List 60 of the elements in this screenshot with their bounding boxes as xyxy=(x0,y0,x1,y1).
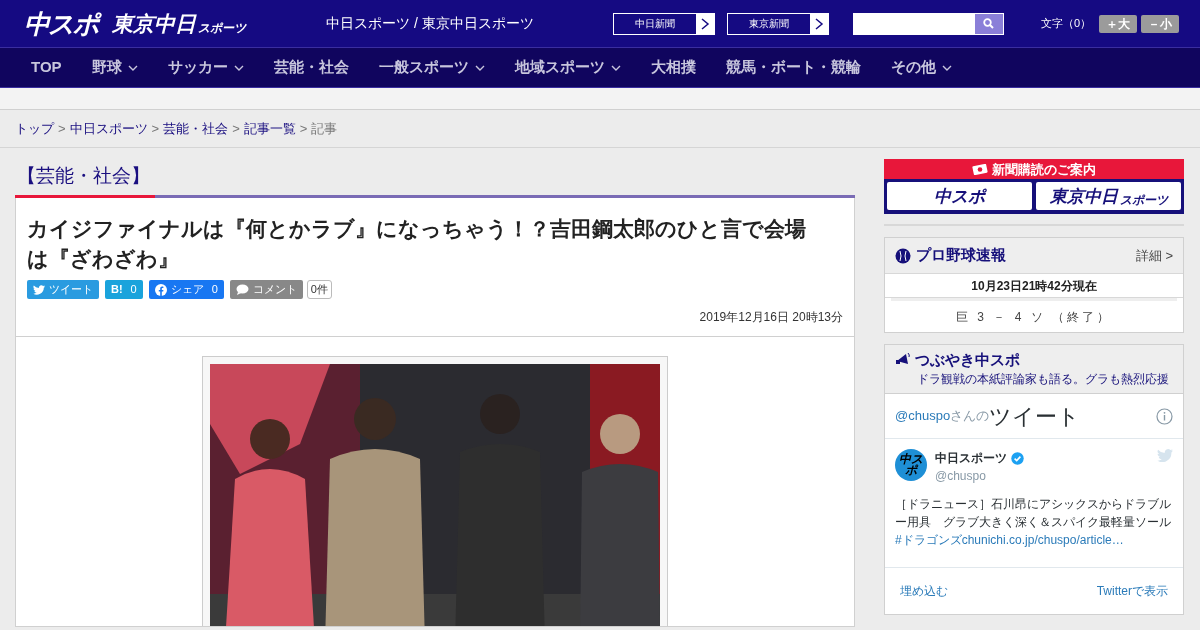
nav-tab[interactable]: 地域スポーツ xyxy=(514,56,621,79)
nav-tab[interactable]: 野球 xyxy=(91,56,138,79)
footer-link[interactable]: 埋め込む xyxy=(900,582,948,600)
game-score[interactable]: 巨 3 － 4 ソ （終了） xyxy=(956,307,1112,326)
footer-link[interactable]: Twitterで表示 xyxy=(1096,582,1168,600)
article-title: カイジファイナルは『何とかラブ』になっちゃう！？吉田鋼太郎のひと言で会場は『ざわざわ』 xyxy=(27,216,807,272)
newspaper-logo: 中スポ xyxy=(934,187,985,205)
avatar[interactable]: 中スポ xyxy=(895,449,927,481)
megaphone-icon xyxy=(895,351,911,367)
widget-title: プロ野球速報 xyxy=(916,245,1006,266)
facebook-icon xyxy=(154,283,167,296)
breadcrumb-link[interactable]: 芸能・社会 xyxy=(163,118,229,139)
nav-tab[interactable]: 一般スポーツ xyxy=(378,56,485,79)
details-link[interactable]: 詳細 > xyxy=(1135,245,1173,266)
timeline-heading: ツイート xyxy=(989,402,1081,431)
search-button[interactable] xyxy=(974,13,1003,34)
tweet-text: ［ドラニュース］石川昂にアシックスからドラブルー用具 グラブ大きく深く＆スパイク最軽量ソール #ドラゴンズchunichi.co.jp/chuspo/article… xyxy=(895,496,1172,549)
facebook-share-button[interactable]: シェア 0 xyxy=(148,280,224,299)
site-logo[interactable]: 東京中日 xyxy=(112,13,196,34)
bird-icon xyxy=(1157,449,1173,462)
search-icon xyxy=(983,18,995,29)
banner-title: 新聞購読のご案内 xyxy=(992,162,1096,176)
breadcrumb-separator: > xyxy=(232,119,240,138)
breadcrumb-current: 記事 xyxy=(311,119,338,138)
update-time: 10月23日21時42分現在 xyxy=(885,274,1183,298)
breadcrumb-link[interactable]: 中日スポーツ xyxy=(69,118,148,139)
nav-tab[interactable]: 競馬・ボート・競輪 xyxy=(725,56,861,79)
newspaper-link[interactable]: 東京新聞 xyxy=(726,12,829,35)
logo-subtext: スポーツ xyxy=(1119,194,1168,206)
heading-text: さんの xyxy=(950,407,990,424)
ticket-icon xyxy=(972,163,988,175)
nav-tab[interactable]: 大相撲 xyxy=(650,56,696,79)
bird-icon xyxy=(33,284,45,295)
breadcrumb-separator: > xyxy=(151,119,160,138)
breadcrumb-link[interactable]: 記事一覧 xyxy=(243,118,296,139)
site-title: 中日スポーツ / 東京中日スポーツ xyxy=(326,14,534,33)
logo-subtext: スポーツ xyxy=(198,22,246,34)
comment-count: 0件 xyxy=(306,280,332,299)
breadcrumb-separator: > xyxy=(58,119,66,138)
speech-bubble-icon xyxy=(235,284,249,295)
category-heading: 【芸能・社会】 xyxy=(16,164,151,189)
widget-subtitle: ドラ観戦の本紙評論家も語る。グラも熱烈応援 xyxy=(917,371,1169,388)
comment-share-button[interactable]: コメント xyxy=(229,280,303,299)
search-field[interactable] xyxy=(852,12,1004,35)
nav-tab[interactable]: TOP xyxy=(31,56,62,79)
font-size-label: 文字（0） xyxy=(1040,16,1091,32)
baseball-icon xyxy=(895,247,911,264)
newspaper-logo: 東京中日 xyxy=(1049,187,1118,205)
breadcrumb-link[interactable]: トップ xyxy=(15,118,54,139)
account-name[interactable]: 中日スポーツ xyxy=(935,449,1007,467)
info-icon xyxy=(1156,407,1173,425)
widget-title: つぶやき中スポ xyxy=(915,351,1020,367)
nav-tab[interactable]: その他 xyxy=(890,56,952,79)
newspaper-link[interactable]: 中日新聞 xyxy=(612,12,715,35)
nav-tab[interactable]: 芸能・社会 xyxy=(273,56,349,79)
tweet-link[interactable]: #ドラゴンズchunichi.co.jp/chuspo/article… xyxy=(895,533,1124,547)
nav-tab[interactable]: サッカー xyxy=(167,56,244,79)
article-date: 2019年12月16日 20時13分 xyxy=(699,309,843,326)
breadcrumb-separator: > xyxy=(299,119,308,138)
account-link[interactable]: @chuspo xyxy=(895,406,951,426)
